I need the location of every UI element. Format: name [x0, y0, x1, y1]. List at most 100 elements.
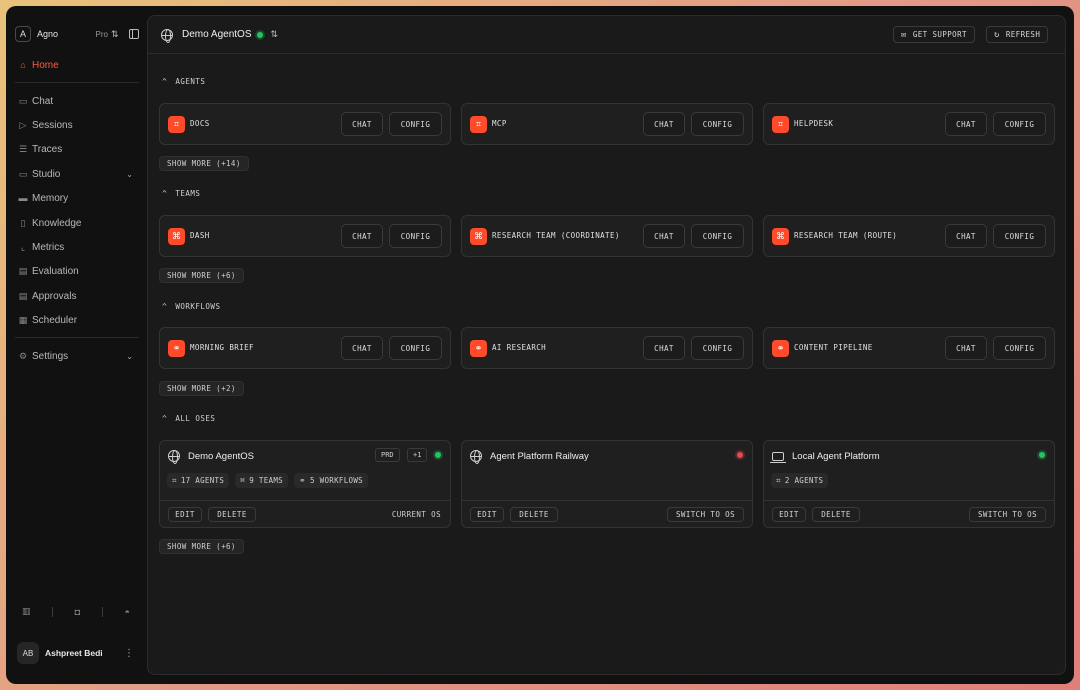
status-dot: [257, 31, 264, 38]
workspace-switcher[interactable]: A Agno Pro ⇅: [15, 25, 139, 43]
section-header-teams[interactable]: ^ TEAMS: [162, 187, 200, 199]
sidebar-item-label: Metrics: [32, 241, 65, 253]
extra-tag[interactable]: +1: [407, 448, 428, 462]
user-name: Ashpreet Bedi: [45, 648, 103, 658]
chat-button[interactable]: CHAT: [341, 224, 383, 248]
mail-icon: ✉: [901, 29, 907, 40]
team-icon: ⌘: [470, 228, 487, 245]
os-card-footer: EDIT DELETE SWITCH TO OS: [462, 500, 752, 527]
os-card-header: Local Agent Platform: [770, 449, 880, 463]
refresh-label: REFRESH: [1005, 30, 1041, 39]
divider: [101, 606, 103, 617]
sidebar-item-evaluation[interactable]: ▤ Evaluation: [12, 261, 138, 281]
delete-button[interactable]: DELETE: [208, 507, 256, 522]
config-button[interactable]: CONFIG: [389, 112, 442, 136]
team-icon: ⌘: [240, 476, 246, 485]
divider: [52, 606, 54, 617]
edit-button[interactable]: EDIT: [470, 507, 504, 522]
agent-name: DOCS: [190, 119, 210, 128]
sidebar-item-label: Scheduler: [32, 314, 78, 326]
sidebar-item-settings[interactable]: ⚙ Settings ⌄: [12, 346, 138, 366]
workflow-icon: ⚭: [168, 340, 185, 357]
config-button[interactable]: CONFIG: [691, 112, 744, 136]
section-header-agents[interactable]: ^ AGENTS: [162, 75, 205, 87]
config-button[interactable]: CONFIG: [691, 224, 744, 248]
os-card: Agent Platform Railway EDIT DELETE SWITC…: [461, 440, 753, 528]
os-card: Demo AgentOS PRD +1 ⌗ 17 AGENTS ⌘ 9 TEAMS …: [159, 440, 451, 528]
sidebar-item-scheduler[interactable]: ▦ Scheduler: [12, 310, 138, 330]
team-name: RESEARCH TEAM (ROUTE): [794, 231, 898, 240]
divider: [15, 337, 139, 338]
section-header-oses[interactable]: ^ ALL OSES: [162, 412, 215, 424]
sidebar-item-approvals[interactable]: ▤ Approvals: [12, 286, 138, 306]
delete-button[interactable]: DELETE: [812, 507, 860, 522]
config-button[interactable]: CONFIG: [993, 112, 1046, 136]
sidebar-item-studio[interactable]: ▭ Studio ⌄: [12, 164, 138, 184]
delete-button[interactable]: DELETE: [510, 507, 558, 522]
workspace-plan: Pro: [95, 29, 108, 39]
sidebar-item-metrics[interactable]: ⌞ Metrics: [12, 237, 138, 257]
chat-button[interactable]: CHAT: [945, 224, 987, 248]
workspace-name: Agno: [37, 29, 59, 39]
chat-button[interactable]: CHAT: [945, 336, 987, 360]
os-card-footer: EDIT DELETE SWITCH TO OS: [764, 500, 1054, 527]
docs-book-icon[interactable]: ▥: [22, 606, 31, 617]
calendar-icon: ▦: [18, 314, 28, 325]
discord-icon[interactable]: ◘: [75, 607, 80, 617]
chat-button[interactable]: CHAT: [643, 224, 685, 248]
config-button[interactable]: CONFIG: [389, 336, 442, 360]
refresh-button[interactable]: ↻ REFRESH: [986, 26, 1049, 43]
chevron-up-icon: ^: [162, 301, 168, 311]
chat-button[interactable]: CHAT: [341, 112, 383, 136]
sidebar-toggle-icon[interactable]: [129, 29, 139, 39]
chevron-up-down-icon[interactable]: ⇅: [111, 29, 119, 40]
more-vertical-icon[interactable]: ⋮: [124, 648, 134, 659]
github-icon[interactable]: ◓: [125, 607, 130, 617]
get-support-label: GET SUPPORT: [912, 30, 967, 39]
agent-icon: ⌗: [172, 475, 177, 485]
chevron-up-icon: ^: [162, 188, 168, 198]
team-card: ⌘ RESEARCH TEAM (COORDINATE) CHAT CONFIG: [461, 215, 753, 257]
check-clipboard-icon: ▤: [18, 290, 28, 301]
chevron-up-icon: ^: [162, 413, 168, 423]
sidebar-item-home[interactable]: ⌂ Home: [12, 55, 138, 75]
config-button[interactable]: CONFIG: [993, 336, 1046, 360]
switch-os-button[interactable]: SWITCH TO OS: [667, 507, 744, 522]
show-more-button[interactable]: SHOW MORE (+14): [159, 156, 249, 171]
sidebar-item-sessions[interactable]: ▷ Sessions: [12, 115, 138, 135]
workflow-icon: ⚭: [470, 340, 487, 357]
edit-button[interactable]: EDIT: [772, 507, 806, 522]
section-title: WORKFLOWS: [175, 301, 221, 311]
stat-chip: ⌗ 2 AGENTS: [771, 473, 829, 488]
show-more-button[interactable]: SHOW MORE (+2): [159, 381, 244, 396]
chevron-down-icon[interactable]: ⌄: [126, 170, 133, 179]
config-button[interactable]: CONFIG: [691, 336, 744, 360]
config-button[interactable]: CONFIG: [389, 224, 442, 248]
chat-button[interactable]: CHAT: [643, 336, 685, 360]
laptop-icon: [770, 451, 786, 463]
user-profile[interactable]: AB Ashpreet Bedi ⋮: [17, 642, 137, 664]
sidebar-item-knowledge[interactable]: ▯ Knowledge: [12, 213, 138, 233]
chat-button[interactable]: CHAT: [945, 112, 987, 136]
sidebar-item-label: Sessions: [32, 119, 73, 131]
workflow-card: ⚭ CONTENT PIPELINE CHAT CONFIG: [763, 327, 1055, 369]
os-card: Local Agent Platform ⌗ 2 AGENTS EDIT DELE…: [763, 440, 1055, 528]
chat-button[interactable]: CHAT: [643, 112, 685, 136]
app-window: A Agno Pro ⇅ ⌂ Home ▭ Chat ▷ Sessions ☰ …: [6, 6, 1074, 684]
chevron-down-icon[interactable]: ⌄: [126, 352, 133, 361]
agent-icon: ⌗: [776, 475, 781, 485]
sidebar-item-chat[interactable]: ▭ Chat: [12, 91, 138, 111]
section-header-workflows[interactable]: ^ WORKFLOWS: [162, 300, 220, 312]
os-stats: ⌗ 17 AGENTS ⌘ 9 TEAMS ⚭ 5 WORKFLOWS: [167, 473, 374, 488]
show-more-button[interactable]: SHOW MORE (+6): [159, 539, 244, 554]
os-selector[interactable]: Demo AgentOS ⇅: [161, 25, 278, 44]
get-support-button[interactable]: ✉ GET SUPPORT: [893, 26, 975, 43]
config-button[interactable]: CONFIG: [993, 224, 1046, 248]
sidebar-item-traces[interactable]: ☰ Traces: [12, 139, 138, 159]
edit-button[interactable]: EDIT: [168, 507, 202, 522]
switch-os-button[interactable]: SWITCH TO OS: [969, 507, 1046, 522]
sidebar-item-memory[interactable]: ▬ Memory: [12, 188, 138, 208]
show-more-button[interactable]: SHOW MORE (+6): [159, 268, 244, 283]
chat-button[interactable]: CHAT: [341, 336, 383, 360]
os-card-footer: EDIT DELETE CURRENT OS: [160, 500, 450, 527]
